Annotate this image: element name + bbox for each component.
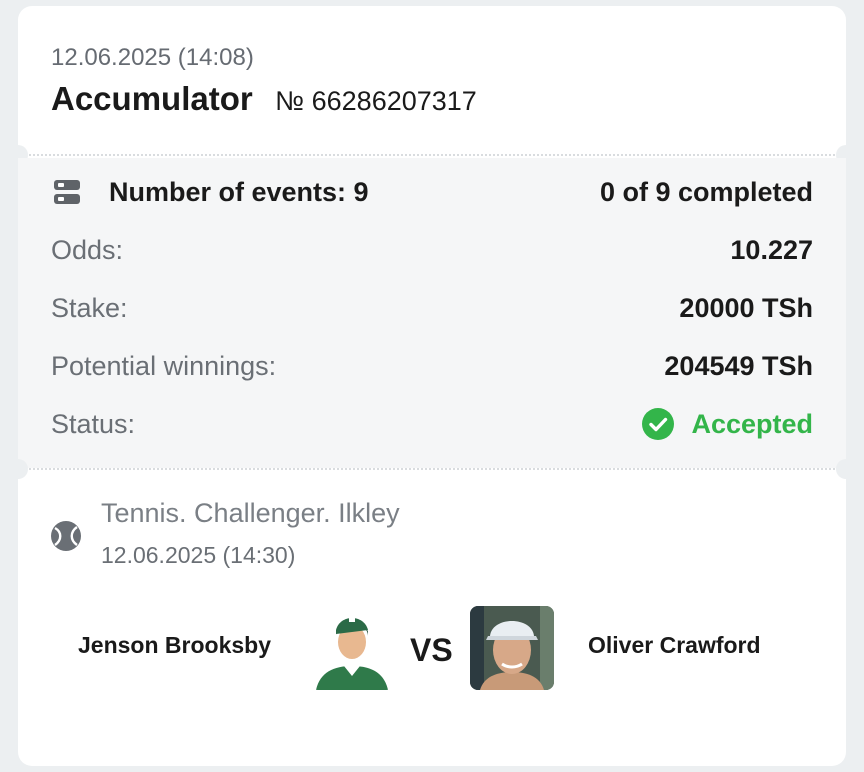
bet-card[interactable]: 12.06.2025 (14:08) Accumulator № 6628620… xyxy=(8,6,856,766)
events-row[interactable]: Number of events: 9 0 of 9 completed xyxy=(51,172,813,212)
team2-name: Oliver Crawford xyxy=(588,632,761,658)
odds-label: Odds: xyxy=(51,235,124,265)
events-list-icon xyxy=(54,180,80,204)
stake-label: Stake: xyxy=(51,293,128,323)
events-progress: 0 of 9 completed xyxy=(599,177,813,207)
check-circle-icon xyxy=(642,408,675,440)
odds-row: Odds: 10.227 xyxy=(51,230,813,270)
team2-avatar xyxy=(470,606,554,690)
winnings-row: Potential winnings: 204549 TSh xyxy=(51,346,813,386)
event-datetime: 12.06.2025 (14:30) xyxy=(101,542,296,568)
bet-type: Accumulator xyxy=(51,80,253,117)
bet-header: 12.06.2025 (14:08) Accumulator № 6628620… xyxy=(18,6,846,154)
event-item[interactable]: Tennis. Challenger. Ilkley 12.06.2025 (1… xyxy=(18,472,846,772)
status-row: Status: Accepted xyxy=(51,404,813,444)
odds-value: 10.227 xyxy=(730,235,813,265)
divider xyxy=(18,468,846,470)
team1-avatar xyxy=(310,606,394,690)
tournament-name: Tennis. Challenger. Ilkley xyxy=(101,498,400,528)
bet-datetime: 12.06.2025 (14:08) xyxy=(51,44,254,71)
bet-number: № 66286207317 xyxy=(275,86,477,116)
bet-title-row: Accumulator № 66286207317 xyxy=(51,80,477,118)
stake-value: 20000 TSh xyxy=(679,293,813,323)
winnings-value: 204549 TSh xyxy=(664,351,813,381)
team1-name: Jenson Brooksby xyxy=(78,632,271,658)
stake-row: Stake: 20000 TSh xyxy=(51,288,813,328)
status-value: Accepted xyxy=(691,408,813,439)
status-label: Status: xyxy=(51,409,136,439)
tennis-ball-icon xyxy=(51,521,81,551)
winnings-label: Potential winnings: xyxy=(51,351,277,381)
bet-summary: Number of events: 9 0 of 9 completed Odd… xyxy=(18,158,846,468)
divider xyxy=(18,154,846,156)
vs-label: VS xyxy=(410,632,453,668)
status-badge: Accepted xyxy=(641,404,813,444)
events-count-label: Number of events: 9 xyxy=(109,177,369,207)
